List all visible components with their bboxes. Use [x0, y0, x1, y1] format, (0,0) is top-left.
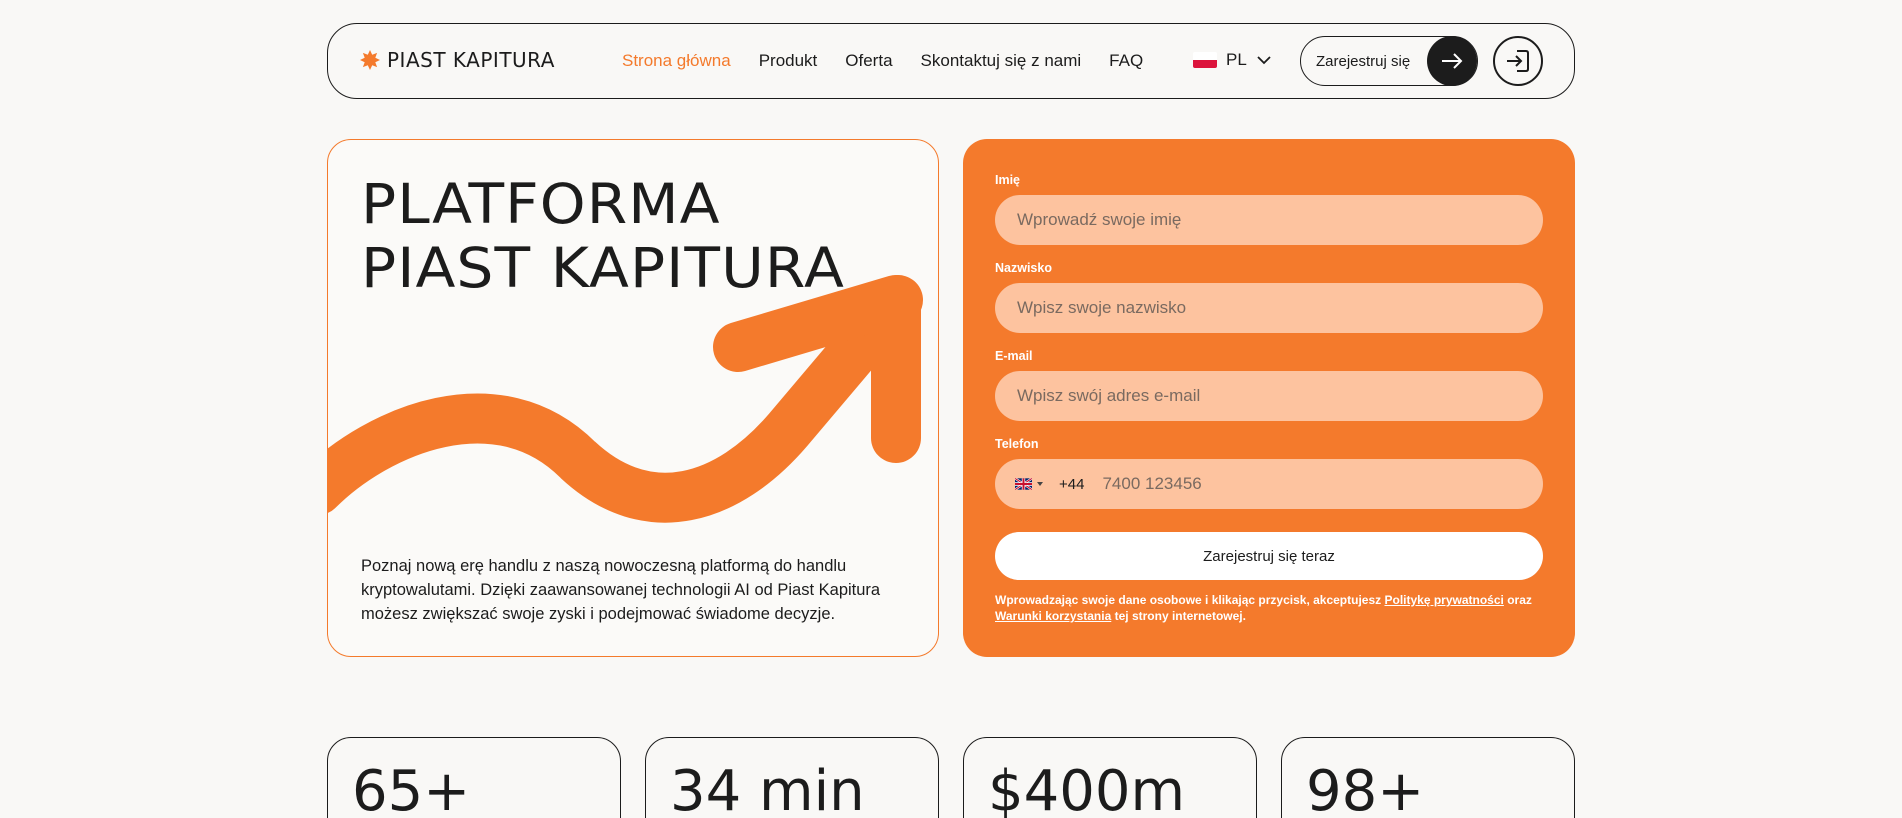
email-input[interactable]: [1017, 386, 1543, 406]
phone-input[interactable]: [1102, 474, 1543, 494]
dial-code: +44: [1059, 475, 1085, 493]
poland-flag-icon: [1193, 52, 1217, 68]
caret-down-icon: [1037, 482, 1043, 486]
language-code: PL: [1226, 50, 1247, 69]
terms-link[interactable]: Warunki korzystania: [995, 609, 1111, 623]
registration-form: Imię Nazwisko E-mail Telefon +44 Zarejes…: [963, 139, 1575, 657]
register-button[interactable]: Zarejestruj się: [1300, 35, 1478, 86]
email-label: E-mail: [995, 349, 1033, 363]
first-name-field[interactable]: [995, 195, 1543, 245]
stat-value: $400m: [988, 759, 1186, 818]
stat-value: 98+: [1306, 759, 1425, 818]
nav-item-offer[interactable]: Oferta: [845, 51, 892, 71]
disclaimer-text: Wprowadzając swoje dane osobowe i klikaj…: [995, 593, 1385, 607]
privacy-disclaimer: Wprowadzając swoje dane osobowe i klikaj…: [995, 592, 1555, 624]
first-name-input[interactable]: [1017, 210, 1543, 230]
email-field[interactable]: [995, 371, 1543, 421]
phone-label: Telefon: [995, 437, 1039, 451]
chevron-down-icon: [1257, 56, 1271, 65]
uk-flag-icon: [1015, 478, 1032, 490]
hero-card: PLATFORMA PIAST KAPITURA Poznaj nową erę…: [327, 139, 939, 657]
hero-title-line-1: PLATFORMA: [361, 172, 721, 236]
disclaimer-text: tej strony internetowej.: [1111, 609, 1246, 623]
nav-item-home[interactable]: Strona główna: [622, 51, 731, 71]
brand-name: PIAST KAPITURA: [387, 48, 555, 72]
nav-item-contact[interactable]: Skontaktuj się z nami: [921, 51, 1082, 71]
nav-item-product[interactable]: Produkt: [759, 51, 818, 71]
hero-description: Poznaj nową erę handlu z naszą nowoczesn…: [361, 557, 881, 623]
star-logo-icon: [360, 50, 380, 70]
nav-item-faq[interactable]: FAQ: [1109, 51, 1143, 71]
disclaimer-text: oraz: [1503, 593, 1532, 607]
stat-card: 34 min: [645, 737, 939, 818]
submit-button[interactable]: Zarejestruj się teraz: [995, 532, 1543, 580]
phone-field[interactable]: +44: [995, 459, 1543, 509]
stat-card: 98+: [1281, 737, 1575, 818]
country-code-selector[interactable]: [1015, 478, 1043, 490]
register-button-label: Zarejestruj się: [1316, 52, 1411, 70]
stat-card: $400m: [963, 737, 1257, 818]
main-nav: Strona główna Produkt Oferta Skontaktuj …: [622, 51, 1143, 71]
stat-card: 65+: [327, 737, 621, 818]
first-name-label: Imię: [995, 173, 1021, 187]
brand-logo[interactable]: PIAST KAPITURA: [360, 48, 555, 72]
language-selector[interactable]: PL: [1193, 50, 1272, 70]
last-name-label: Nazwisko: [995, 261, 1052, 275]
last-name-field[interactable]: [995, 283, 1543, 333]
stat-value: 34 min: [670, 759, 865, 818]
last-name-input[interactable]: [1017, 298, 1543, 318]
privacy-policy-link[interactable]: Politykę prywatności: [1384, 593, 1503, 607]
login-button[interactable]: [1493, 36, 1543, 86]
login-icon: [1507, 50, 1529, 72]
hero-title-line-2: PIAST KAPITURA: [361, 236, 845, 300]
stat-value: 65+: [352, 759, 471, 818]
site-header: PIAST KAPITURA Strona główna Produkt Ofe…: [327, 23, 1575, 99]
arrow-right-icon: [1427, 35, 1477, 86]
hero-title: PLATFORMA PIAST KAPITURA: [361, 172, 845, 300]
